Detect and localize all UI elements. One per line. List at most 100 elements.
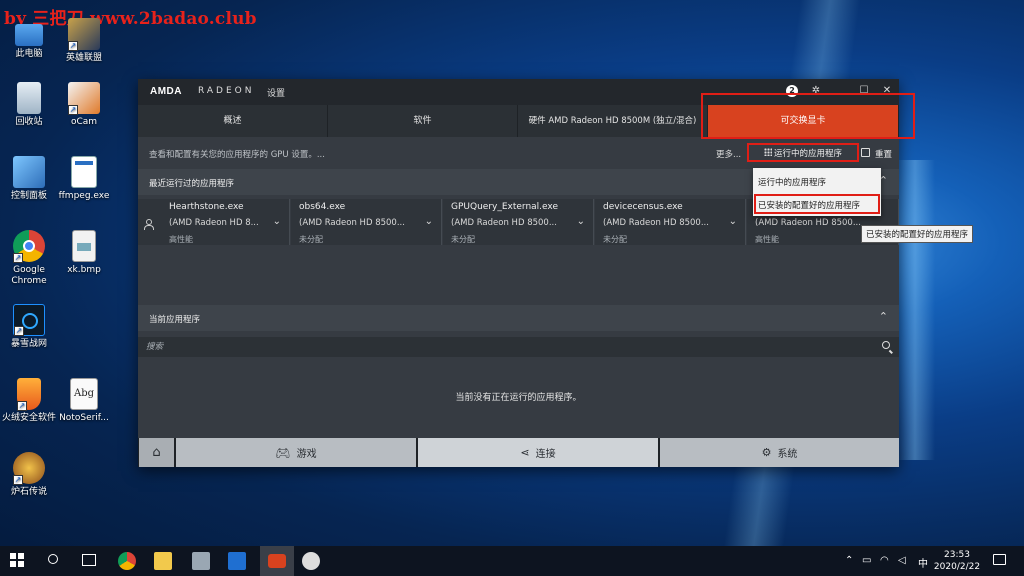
desktop-icon-label: xk.bmp xyxy=(67,265,101,275)
app-gpu-select: (AMD Radeon HD 8... xyxy=(169,218,259,228)
desktop-icon-xk-bmp[interactable]: xk.bmp xyxy=(55,230,113,276)
search-icon[interactable] xyxy=(48,554,58,564)
tab-label: 硬件 AMD Radeon HD 8500M (独立/混合) xyxy=(528,116,697,126)
image-file-icon xyxy=(72,230,96,262)
share-icon: ⋖ xyxy=(520,446,530,459)
menu-item-running-apps[interactable]: 运行中的应用程序 xyxy=(758,176,826,188)
current-apps-header[interactable]: 当前应用程序 ⌃ xyxy=(138,305,899,331)
reset-button[interactable]: 重置 xyxy=(875,148,892,160)
desktop-icon-this-pc[interactable]: 此电脑 xyxy=(0,18,58,60)
task-view-icon[interactable] xyxy=(82,554,96,566)
font-file-icon: Abg xyxy=(70,378,98,410)
desktop-icon-hearthstone[interactable]: ↗ 炉石传说 xyxy=(0,452,58,498)
league-of-legends-icon: ↗ xyxy=(68,18,100,51)
section-title: 最近运行过的应用程序 xyxy=(149,179,235,189)
desktop-icon-notoserif[interactable]: Abg NotoSerif... xyxy=(55,378,113,424)
app-name: GPUQuery_External.exe xyxy=(451,202,559,212)
ocam-icon: ↗ xyxy=(68,82,100,115)
network-icon[interactable]: ▭ xyxy=(862,555,871,566)
app-gpu-select: (AMD Radeon HD 8500... xyxy=(603,218,709,228)
bottom-nav: ⌂ 🎮︎ 游戏 ⋖ 连接 ⚙ 系统 xyxy=(138,438,899,467)
radeon-wordmark: RADEON xyxy=(198,86,255,96)
app-gpu-status: 高性能 xyxy=(755,235,779,244)
desktop-icon-recycle-bin[interactable]: 回收站 xyxy=(0,82,58,128)
app-name: Hearthstone.exe xyxy=(169,202,244,212)
amd-icon xyxy=(268,554,286,568)
chevron-up-icon[interactable]: ⌃ xyxy=(845,555,853,566)
desktop-icon-label: NotoSerif... xyxy=(59,413,109,423)
home-button[interactable]: ⌂ xyxy=(138,438,174,467)
chevron-down-icon[interactable]: ⌄ xyxy=(273,216,281,227)
home-icon: ⌂ xyxy=(152,445,161,460)
app-gpu-status: 高性能 xyxy=(169,235,193,244)
app-icon[interactable] xyxy=(192,552,210,570)
chrome-icon[interactable] xyxy=(118,552,136,570)
app-gpu-select: (AMD Radeon HD 8500... xyxy=(451,218,557,228)
taskbar: ⌃ ▭ ◠ ◁ 中 23:53 2020/2/22 xyxy=(0,546,1024,576)
desktop-icon-label: 火绒安全软件 xyxy=(1,413,56,423)
ime-indicator[interactable]: 中 xyxy=(918,555,928,570)
chevron-down-icon[interactable]: ⌄ xyxy=(729,216,737,227)
desktop-icon-label: 英雄联盟 xyxy=(65,53,102,63)
page-description: 查看和配置有关您的应用程序的 GPU 设置。... xyxy=(149,150,325,160)
nav-label: 系统 xyxy=(777,449,798,460)
desktop-icon-label: 回收站 xyxy=(15,117,43,127)
notifications-icon[interactable] xyxy=(993,554,1006,565)
desktop-icon-label: oCam xyxy=(70,117,98,127)
app-gpu-select: (AMD Radeon HD 8500... xyxy=(755,218,861,228)
search-icon[interactable] xyxy=(882,341,890,349)
search-bar xyxy=(138,337,899,357)
chevron-up-icon[interactable]: ⌃ xyxy=(879,310,888,323)
search-input[interactable] xyxy=(146,340,866,354)
date: 2020/2/22 xyxy=(933,562,981,572)
app-card[interactable]: obs64.exe (AMD Radeon HD 8500... 未分配 ⌄ xyxy=(291,199,442,245)
window-title: 设置 xyxy=(267,89,286,99)
user-icon xyxy=(144,219,154,230)
reset-icon[interactable] xyxy=(861,148,870,157)
file-explorer-icon[interactable] xyxy=(154,552,172,570)
desktop-icon-ffmpeg[interactable]: ffmpeg.exe xyxy=(55,156,113,202)
nav-label: 连接 xyxy=(535,449,556,460)
tab-hardware[interactable]: 硬件 AMD Radeon HD 8500M (独立/混合) xyxy=(518,105,708,137)
desktop-icon-huorong[interactable]: ↗ 火绒安全软件 xyxy=(0,378,58,424)
nav-connect[interactable]: ⋖ 连接 xyxy=(417,438,658,467)
desktop-icon-lol[interactable]: ↗ 英雄联盟 xyxy=(55,18,113,64)
more-link[interactable]: 更多... xyxy=(716,148,741,160)
exe-file-icon xyxy=(71,156,97,188)
desktop-icon-label: 控制面板 xyxy=(10,191,47,201)
chevron-down-icon[interactable]: ⌄ xyxy=(577,216,585,227)
windows-start-icon[interactable] xyxy=(10,553,24,567)
clock[interactable]: 23:53 2020/2/22 xyxy=(930,549,984,573)
tab-software[interactable]: 软件 xyxy=(328,105,518,137)
chevron-down-icon[interactable]: ⌄ xyxy=(425,216,433,227)
tab-overview[interactable]: 概述 xyxy=(138,105,328,137)
desktop-icon-control-panel[interactable]: 控制面板 xyxy=(0,156,58,202)
recycle-bin-icon xyxy=(17,82,41,114)
desktop-icon-chrome[interactable]: ↗ Google Chrome xyxy=(0,230,58,287)
annotation-box-filter xyxy=(747,143,859,162)
amd-radeon-taskbar-button[interactable] xyxy=(260,546,294,576)
volume-icon[interactable]: ◁ xyxy=(898,555,906,566)
desktop-icon-label: ffmpeg.exe xyxy=(58,191,110,201)
app-name: obs64.exe xyxy=(299,202,346,212)
time: 23:53 xyxy=(944,550,970,560)
app-card[interactable]: devicecensus.exe (AMD Radeon HD 8500... … xyxy=(595,199,746,245)
app-card[interactable]: GPUQuery_External.exe (AMD Radeon HD 850… xyxy=(443,199,594,245)
tooltip: 已安装的配置好的应用程序 xyxy=(861,225,974,243)
desktop-icon-ocam[interactable]: ↗ oCam xyxy=(55,82,113,128)
app-card[interactable]: Hearthstone.exe (AMD Radeon HD 8... 高性能 … xyxy=(138,199,290,245)
empty-state-message: 当前没有正在运行的应用程序。 xyxy=(455,393,582,403)
wifi-icon[interactable]: ◠ xyxy=(880,555,889,566)
battlenet-icon: ↗ xyxy=(13,304,45,336)
desktop-icon-label: Google Chrome xyxy=(11,265,47,286)
app-icon[interactable] xyxy=(302,552,320,570)
app-name: devicecensus.exe xyxy=(603,202,683,212)
tab-label: 软件 xyxy=(413,116,432,126)
tab-label: 概述 xyxy=(223,116,242,126)
desktop-icon-label: 炉石传说 xyxy=(10,487,47,497)
powershell-icon[interactable] xyxy=(228,552,246,570)
nav-gaming[interactable]: 🎮︎ 游戏 xyxy=(175,438,416,467)
nav-system[interactable]: ⚙ 系统 xyxy=(659,438,899,467)
nav-label: 游戏 xyxy=(296,449,317,460)
desktop-icon-battlenet[interactable]: ↗ 暴雪战网 xyxy=(0,304,58,350)
